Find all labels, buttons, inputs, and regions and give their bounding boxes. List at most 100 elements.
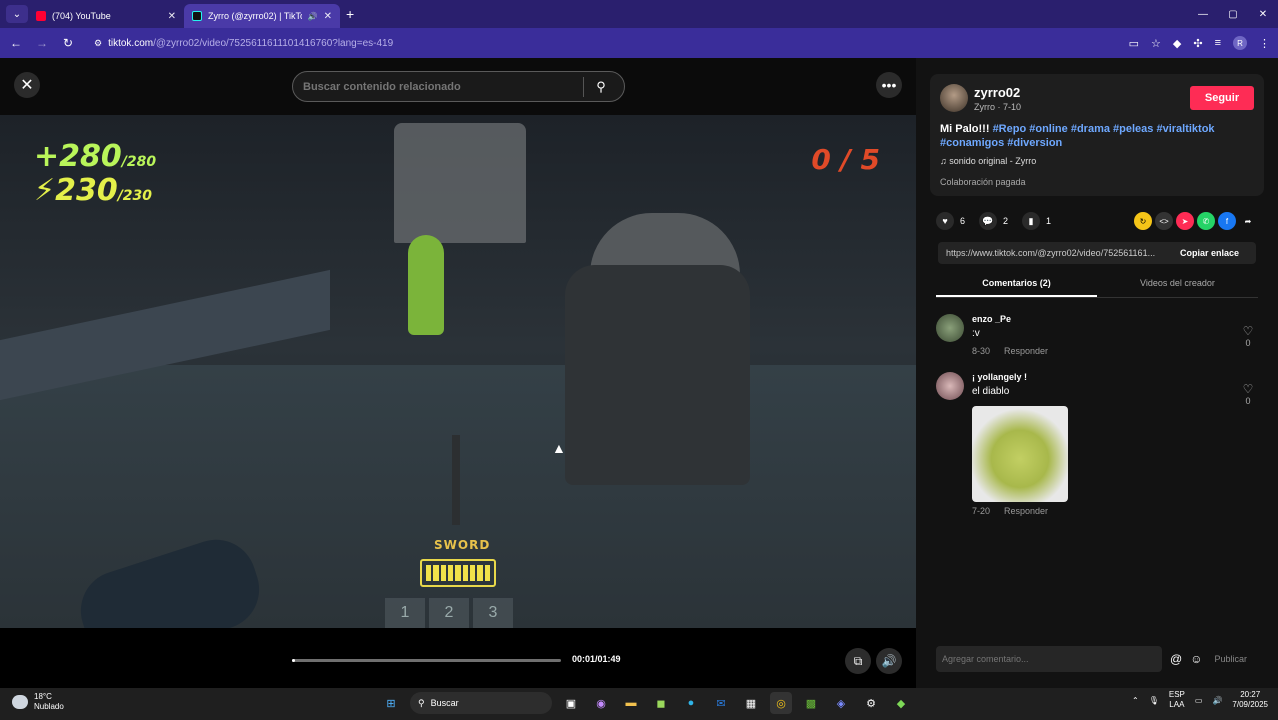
windows-start-icon[interactable]: ⊞ — [380, 692, 402, 714]
volume-icon[interactable]: 🔊 — [1212, 696, 1222, 705]
profile-avatar[interactable]: R — [1233, 36, 1247, 50]
audio-playing-icon[interactable]: 🔊 — [308, 12, 318, 21]
settings-icon[interactable]: ⚙ — [860, 692, 882, 714]
hashtag[interactable]: #online — [1029, 123, 1068, 135]
comment-input[interactable] — [936, 646, 1162, 672]
weather-widget[interactable]: 18°C Nublado — [12, 692, 64, 712]
extension-icon[interactable]: ◆ — [1173, 37, 1181, 50]
minecraft-icon[interactable]: ▩ — [800, 692, 822, 714]
volume-button[interactable]: 🔊 — [876, 648, 902, 674]
hashtag[interactable]: #peleas — [1113, 123, 1153, 135]
language-indicator[interactable]: ESP LAA — [1169, 690, 1185, 710]
comment-tabs: Comentarios (2) Videos del creador — [936, 272, 1258, 298]
task-view-icon[interactable]: ▣ — [560, 692, 582, 714]
follow-button[interactable]: Seguir — [1190, 86, 1254, 110]
hashtag[interactable]: #Repo — [993, 123, 1027, 135]
ms-store-icon[interactable]: ▦ — [740, 692, 762, 714]
save-action[interactable]: ▮ 1 — [1022, 212, 1051, 230]
repost-icon[interactable]: ↻ — [1134, 212, 1152, 230]
maximize-button[interactable]: ▢ — [1218, 0, 1248, 28]
forward-button[interactable]: → — [30, 36, 54, 50]
scene-door — [394, 123, 526, 243]
minimize-button[interactable]: — — [1188, 0, 1218, 28]
share-link-box: https://www.tiktok.com/@zyrro02/video/75… — [938, 242, 1256, 264]
network-icon[interactable]: ▭ — [1195, 696, 1203, 705]
tiktok-page: ✕ ⚲ ••• +280/280 ⚡230/230 0 / 5 SWORD 1 … — [0, 58, 1278, 688]
taskbar-search[interactable]: ⚲ Buscar — [410, 692, 552, 714]
star-icon[interactable]: ☆ — [1151, 37, 1161, 50]
close-tab-icon[interactable]: ✕ — [324, 11, 332, 22]
pip-button[interactable]: ⧉ — [845, 648, 871, 674]
hud-weapon-label: SWORD — [434, 538, 491, 552]
avatar[interactable] — [936, 314, 964, 342]
publish-button[interactable]: Publicar — [1214, 654, 1247, 664]
close-video-button[interactable]: ✕ — [14, 72, 40, 98]
outlook-icon[interactable]: ✉ — [710, 692, 732, 714]
edge-icon[interactable]: ● — [680, 692, 702, 714]
hashtag[interactable]: #conamigos — [940, 137, 1004, 149]
puzzle-icon[interactable]: ✣ — [1193, 37, 1202, 50]
comment-author[interactable]: ¡ yollangely ! — [972, 372, 1027, 382]
comment-text: el diablo — [972, 386, 1010, 397]
send-icon[interactable]: ➤ — [1176, 212, 1194, 230]
share-arrow-icon[interactable]: ➦ — [1239, 212, 1257, 230]
store-icon[interactable]: ◼ — [650, 692, 672, 714]
reload-button[interactable]: ↻ — [56, 36, 80, 50]
comment-like[interactable]: ♡ 0 — [1238, 382, 1258, 406]
reply-button[interactable]: Responder — [1004, 346, 1048, 356]
close-tab-icon[interactable]: ✕ — [168, 11, 176, 22]
comment-action[interactable]: 💬 2 — [979, 212, 1008, 230]
file-explorer-icon[interactable]: ▬ — [620, 692, 642, 714]
comment-sticker-image[interactable] — [972, 406, 1068, 502]
back-button[interactable]: ← — [4, 36, 28, 50]
site-info-icon[interactable]: ⚙ — [94, 38, 102, 49]
chrome-icon[interactable]: ◎ — [770, 692, 792, 714]
comment-item: enzo _Pe :v 8-30 Responder ♡ 0 — [936, 314, 1258, 360]
tab-youtube[interactable]: (704) YouTube ✕ — [28, 4, 184, 28]
search-icon[interactable]: ⚲ — [584, 79, 618, 95]
tab-search-menu[interactable]: ⌄ — [6, 5, 28, 23]
sound-link[interactable]: ♫ sonido original - Zyrro — [940, 156, 1036, 166]
video-frame[interactable]: +280/280 ⚡230/230 0 / 5 SWORD 1 2 3 ▲ — [0, 115, 916, 628]
author-avatar[interactable] — [940, 84, 968, 112]
hud-kills: 0 / 5 — [811, 143, 880, 176]
hashtag[interactable]: #drama — [1071, 123, 1110, 135]
tab-tiktok[interactable]: Zyrro (@zyrro02) | TikTok 🔊 ✕ — [184, 4, 340, 28]
search-icon: ⚲ — [418, 697, 425, 708]
copy-link-button[interactable]: Copiar enlace — [1180, 248, 1239, 258]
like-action[interactable]: ♥ 6 — [936, 212, 965, 230]
share-link-text: https://www.tiktok.com/@zyrro02/video/75… — [946, 248, 1156, 258]
taskbar-search-label: Buscar — [430, 698, 459, 708]
more-options-button[interactable]: ••• — [876, 72, 902, 98]
cast-icon[interactable]: ▭ — [1129, 37, 1139, 50]
discord-icon[interactable]: ◈ — [830, 692, 852, 714]
embed-icon[interactable]: <> — [1155, 212, 1173, 230]
reply-button[interactable]: Responder — [1004, 506, 1048, 516]
tab-comments[interactable]: Comentarios (2) — [936, 272, 1097, 297]
comment-like[interactable]: ♡ 0 — [1238, 324, 1258, 348]
hud-slot: 1 — [385, 598, 425, 628]
whatsapp-icon[interactable]: ✆ — [1197, 212, 1215, 230]
hashtag[interactable]: #viraltiktok — [1156, 123, 1214, 135]
tab-creator-videos[interactable]: Videos del creador — [1097, 272, 1258, 297]
microphone-icon[interactable]: 🎙 — [1149, 696, 1159, 705]
media-icon[interactable]: ≡ — [1215, 37, 1221, 49]
new-tab-button[interactable]: + — [346, 6, 354, 22]
avatar[interactable] — [936, 372, 964, 400]
close-window-button[interactable]: ✕ — [1248, 0, 1278, 28]
progress-bar[interactable] — [292, 659, 561, 662]
hud-health-max: /280 — [121, 154, 157, 170]
chevron-up-icon[interactable]: ⌃ — [1132, 696, 1139, 705]
clock[interactable]: 20:27 7/09/2025 — [1232, 690, 1268, 710]
copilot-icon[interactable]: ◉ — [590, 692, 612, 714]
related-search-input[interactable] — [303, 80, 583, 93]
kebab-menu-icon[interactable]: ⋮ — [1259, 37, 1270, 50]
url-field[interactable]: ⚙ tiktok.com/@zyrro02/video/752561161110… — [94, 38, 393, 49]
comment-author[interactable]: enzo _Pe — [972, 314, 1011, 324]
app-icon[interactable]: ◆ — [890, 692, 912, 714]
hashtag[interactable]: #diversion — [1007, 137, 1062, 149]
emoji-icon[interactable]: ☺ — [1190, 652, 1202, 666]
facebook-icon[interactable]: f — [1218, 212, 1236, 230]
mention-icon[interactable]: @ — [1170, 652, 1182, 666]
author-name[interactable]: zyrro02 — [974, 85, 1020, 100]
